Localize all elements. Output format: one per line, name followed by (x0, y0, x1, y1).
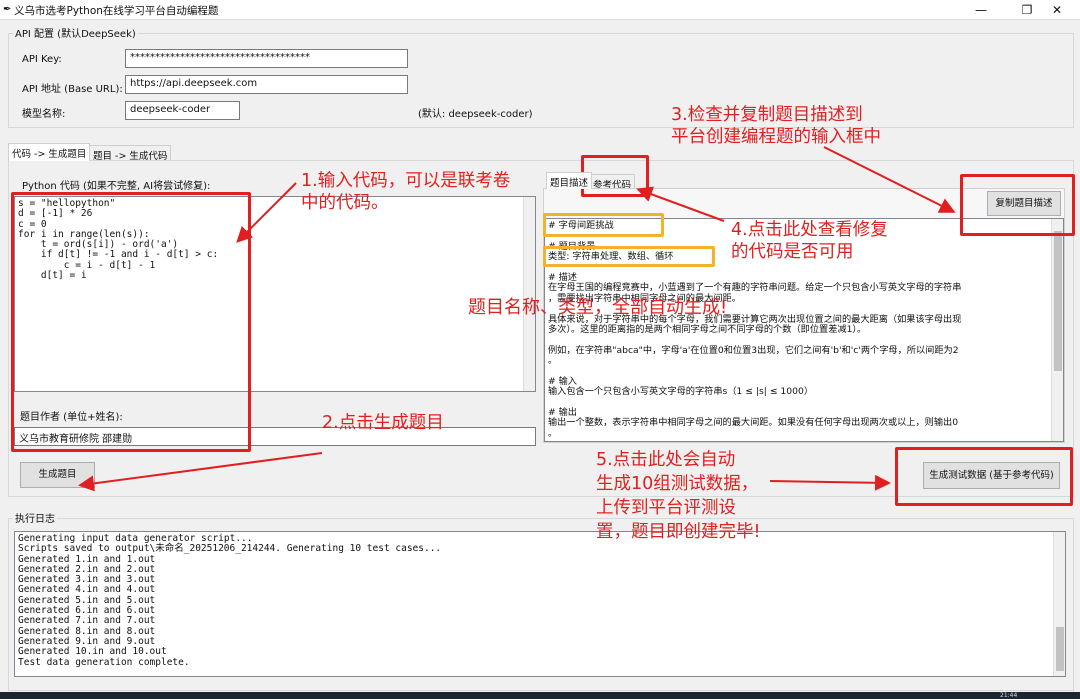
annotation-auto-generated: 题目名称、类型，全部自动生成! (468, 297, 728, 318)
log-textarea[interactable]: Generating input data generator script..… (14, 531, 1066, 677)
feather-app-icon: ✒ (3, 4, 12, 15)
taskbar-clock: 21:44 (1000, 692, 1018, 699)
close-icon[interactable]: ✕ (1034, 0, 1080, 20)
copy-button-highlight-box (960, 174, 1075, 236)
model-name-label: 模型名称: (22, 109, 66, 120)
annotation-step5: 5.点击此处会自动 生成10组测试数据， 上传到平台评测设 置，题目即创建完毕! (596, 450, 761, 542)
model-hint: (默认: deepseek-coder) (418, 109, 533, 120)
annotation-step4: 4.点击此处查看修复 的代码是否可用 (731, 220, 888, 262)
testdata-button-highlight-box (895, 447, 1073, 506)
window-title: 义乌市选考Python在线学习平台自动编程题 (14, 5, 219, 17)
api-key-input[interactable]: ************************************ (125, 49, 408, 68)
description-line: 输出一个整数，表示字符串中相同字母之间的最大间距。如果没有任何字母出现两次或以上… (548, 417, 959, 429)
annotation-step3: 3.检查并复制题目描述到 平台创建编程题的输入框中 (671, 105, 881, 147)
description-line: 。 (548, 427, 558, 439)
api-key-label: API Key: (22, 54, 62, 65)
description-line (548, 366, 1060, 376)
code-scrollbar[interactable] (523, 197, 535, 391)
api-url-label: API 地址 (Base URL): (22, 84, 123, 95)
log-scrollbar[interactable] (1053, 532, 1065, 676)
minimize-icon[interactable]: — (958, 0, 1004, 20)
description-scrollbar[interactable] (1051, 219, 1063, 441)
api-url-input[interactable]: https://api.deepseek.com (125, 75, 408, 94)
code-highlight-box (11, 192, 251, 452)
description-line (548, 398, 1060, 408)
description-line: 多次）。这里的距离指的是两个相同字母之间不同字母的个数（即位置差减1）。 (548, 323, 867, 335)
annotation-step2: 2.点击生成题目 (322, 413, 444, 433)
description-line: 。 (548, 355, 558, 367)
title-bar: ✒ 义乌市选考Python在线学习平台自动编程题 — ❐ ✕ (0, 0, 1080, 20)
annotation-step1: 1.输入代码，可以是联考卷 中的代码。 (301, 171, 511, 213)
generate-problem-button[interactable]: 生成题目 (20, 462, 95, 488)
tab-code-to-problem[interactable]: 代码 -> 生成题目 (8, 143, 91, 161)
taskbar: 21:44 (0, 692, 1080, 699)
description-line: 输入包含一个只包含小写英文字母的字符串s（1 ≤ |s| ≤ 1000） (548, 386, 814, 398)
log-title: 执行日志 (13, 510, 57, 525)
api-group-title: API 配置 (默认DeepSeek) (13, 25, 138, 40)
title-highlight-box (543, 213, 664, 237)
tab-problem-to-code[interactable]: 题目 -> 生成代码 (89, 145, 172, 162)
tab-problem-description[interactable]: 题目描述 (546, 172, 593, 189)
log-scroll-thumb[interactable] (1056, 627, 1064, 671)
model-name-input[interactable]: deepseek-coder (125, 101, 240, 120)
type-highlight-box (543, 246, 715, 267)
description-scroll-thumb[interactable] (1054, 231, 1062, 371)
code-label: Python 代码 (如果不完整, AI将尝试修复): (22, 181, 211, 192)
description-line: 例如，在字符串"abca"中，字母'a'在位置0和位置3出现，它们之间有'b'和… (548, 344, 959, 356)
